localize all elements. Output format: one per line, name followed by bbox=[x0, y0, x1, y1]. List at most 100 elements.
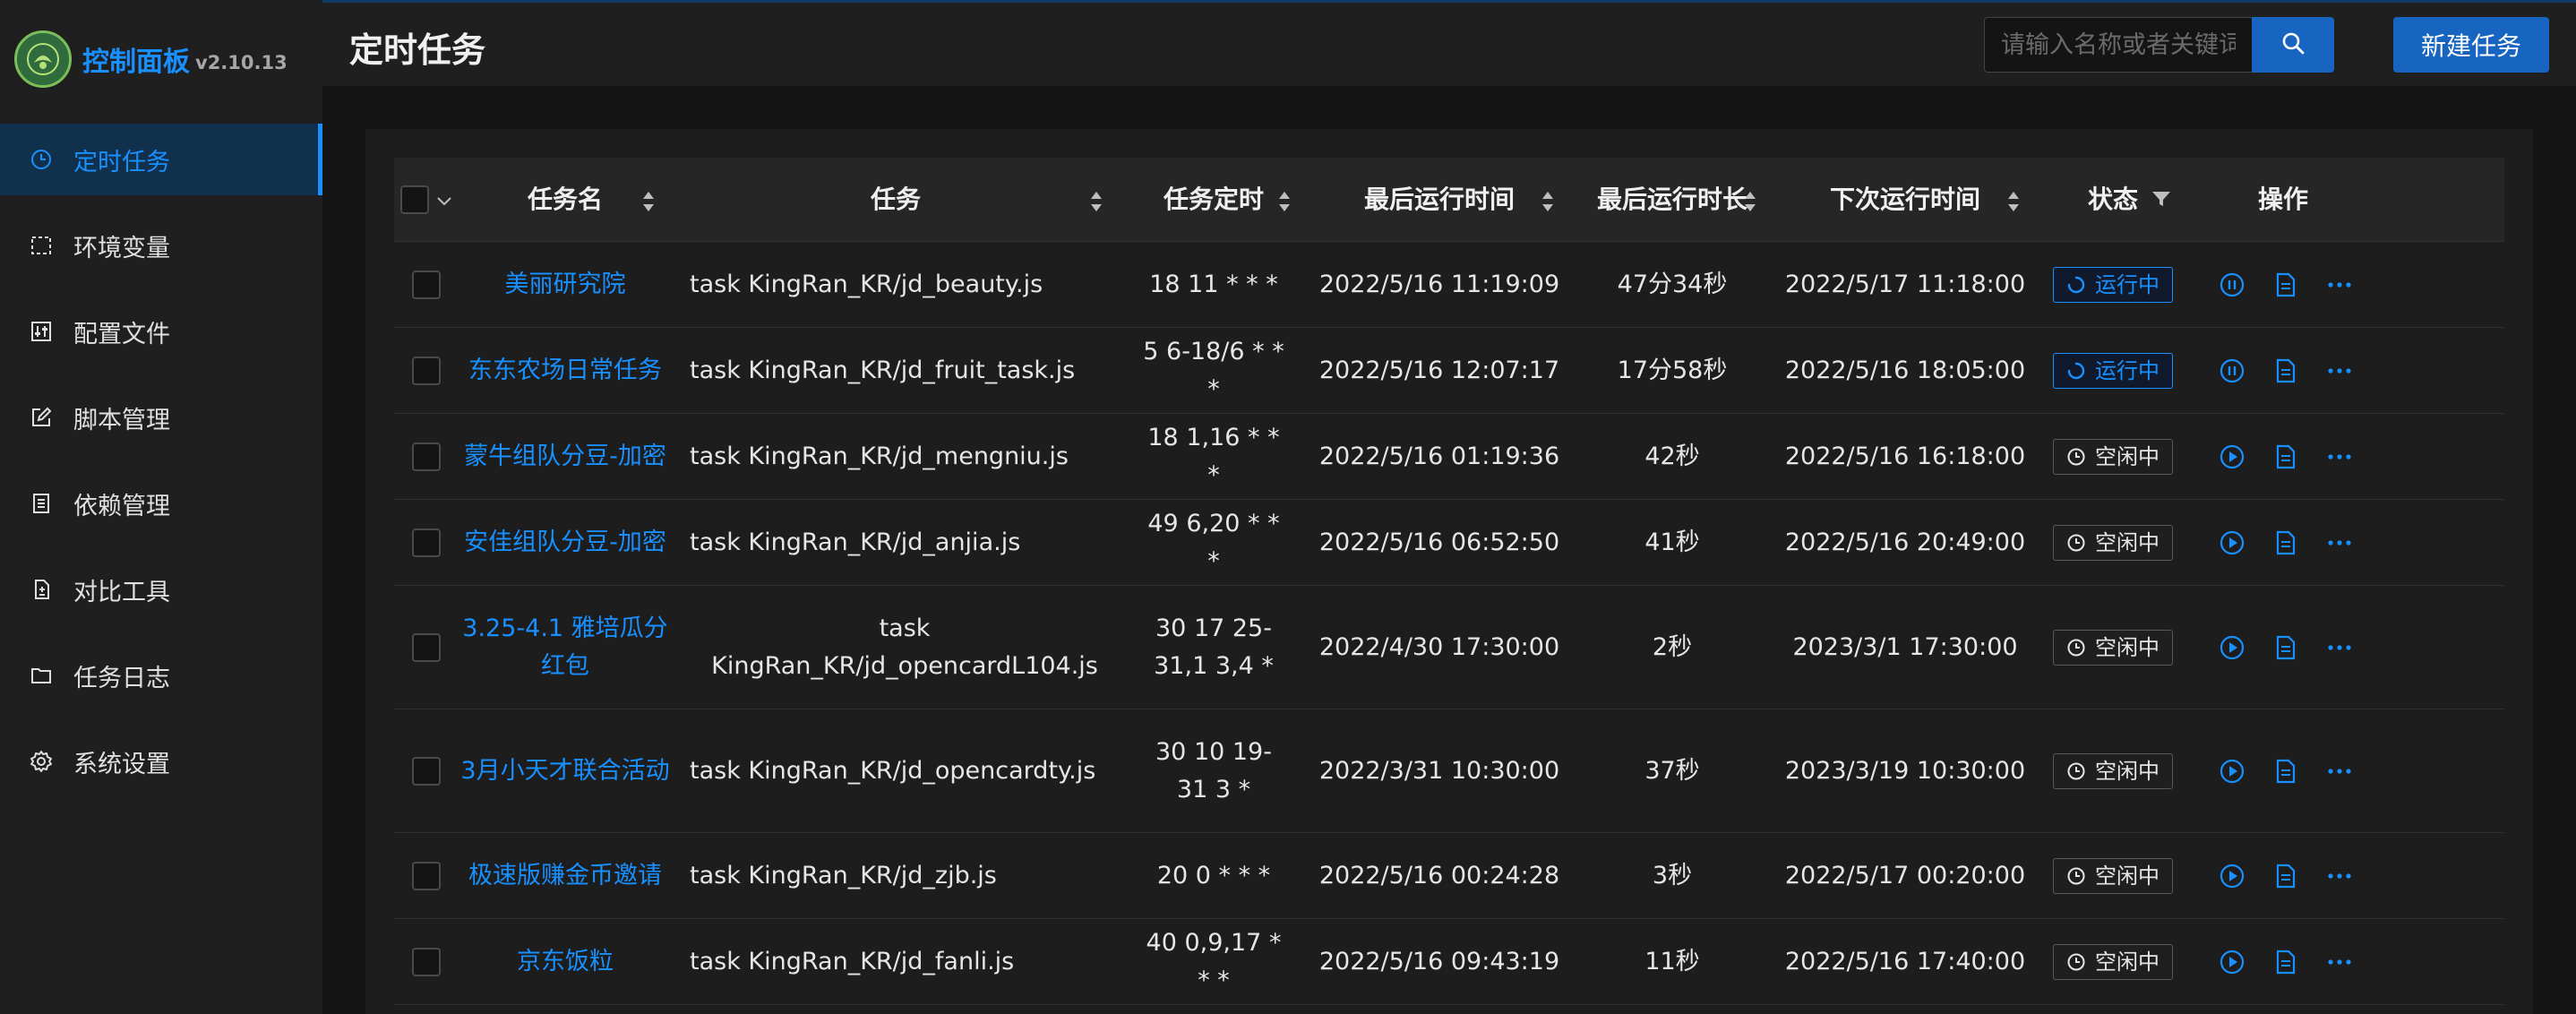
sidebar-item-6[interactable]: 任务日志 bbox=[0, 640, 322, 711]
log-icon[interactable] bbox=[2259, 267, 2313, 303]
play-icon[interactable] bbox=[2205, 439, 2259, 475]
sidebar-item-3[interactable]: 脚本管理 bbox=[0, 382, 322, 453]
play-icon[interactable] bbox=[2205, 630, 2259, 666]
edit-icon bbox=[29, 405, 54, 430]
stop-icon[interactable] bbox=[2205, 267, 2259, 303]
task-name-link[interactable]: 3月小天才联合活动 bbox=[460, 752, 669, 790]
task-schedule: 18 11 * * * bbox=[1120, 242, 1308, 327]
column-header-next-run[interactable]: 下次运行时间 bbox=[1773, 158, 2037, 241]
column-header-name[interactable]: 任务名 bbox=[459, 158, 672, 241]
sidebar: 控制面板 v2.10.13 定时任务 环境变量 配置文件 脚本管理 依赖管理 对比工具 任务… bbox=[0, 0, 322, 1014]
column-header-last-duration[interactable]: 最后运行时长 bbox=[1571, 158, 1773, 241]
more-icon[interactable] bbox=[2313, 630, 2366, 666]
logo-icon bbox=[14, 30, 72, 88]
row-checkbox[interactable] bbox=[412, 756, 441, 786]
search-button[interactable] bbox=[2252, 17, 2334, 73]
task-last-run: 2022/5/16 00:24:28 bbox=[1318, 861, 1560, 889]
task-last-duration: 42秒 bbox=[1644, 442, 1700, 470]
task-name-link[interactable]: 3.25-4.1 雅培瓜分红包 bbox=[459, 610, 672, 685]
status-badge: 运行中 bbox=[2053, 266, 2173, 303]
log-icon[interactable] bbox=[2259, 439, 2313, 475]
table-row: 3.25-4.1 雅培瓜分红包 task KingRan_KR/jd_openca… bbox=[394, 586, 2504, 709]
row-checkbox[interactable] bbox=[412, 947, 441, 976]
play-icon[interactable] bbox=[2205, 753, 2259, 789]
column-header-next-run-label: 下次运行时间 bbox=[1829, 184, 1980, 214]
task-next-run: 2022/5/16 20:49:00 bbox=[1784, 528, 2026, 556]
task-last-duration: 37秒 bbox=[1644, 756, 1700, 785]
task-name-link[interactable]: 安佳组队分豆-加密 bbox=[464, 524, 666, 562]
task-name-cell: 蒙牛组队分豆-加密 bbox=[459, 414, 672, 499]
sort-icon[interactable] bbox=[1743, 187, 1757, 212]
filter-icon[interactable] bbox=[2151, 181, 2171, 219]
play-icon[interactable] bbox=[2205, 525, 2259, 561]
more-icon[interactable] bbox=[2313, 439, 2366, 475]
row-checkbox[interactable] bbox=[412, 528, 441, 557]
sort-icon[interactable] bbox=[1277, 187, 1292, 212]
column-header-actions-label: 操作 bbox=[2257, 184, 2308, 214]
sort-icon[interactable] bbox=[1089, 187, 1103, 212]
new-task-button[interactable]: 新建任务 bbox=[2393, 17, 2549, 73]
sidebar-item-label: 环境变量 bbox=[73, 234, 170, 262]
sort-icon[interactable] bbox=[641, 187, 656, 212]
column-header-command[interactable]: 任务 bbox=[672, 158, 1120, 241]
column-header-status[interactable]: 状态 bbox=[2037, 158, 2189, 241]
play-icon[interactable] bbox=[2205, 944, 2259, 980]
column-header-last-run-label: 最后运行时间 bbox=[1363, 184, 1515, 214]
sidebar-item-5[interactable]: 对比工具 bbox=[0, 554, 322, 625]
row-checkbox[interactable] bbox=[412, 861, 441, 890]
task-name-link[interactable]: 东东农场日常任务 bbox=[468, 352, 662, 390]
row-checkbox[interactable] bbox=[412, 356, 441, 385]
task-name-cell: 极速版赚金币邀请 bbox=[459, 833, 672, 918]
play-icon[interactable] bbox=[2205, 858, 2259, 894]
log-icon[interactable] bbox=[2259, 353, 2313, 389]
sidebar-item-2[interactable]: 配置文件 bbox=[0, 296, 322, 367]
task-command: task KingRan_KR/jd_opencardL104.js bbox=[711, 614, 1098, 680]
log-icon[interactable] bbox=[2259, 944, 2313, 980]
row-checkbox[interactable] bbox=[412, 270, 441, 299]
select-all-checkbox[interactable] bbox=[400, 185, 429, 214]
table-body: 美丽研究院 task KingRan_KR/jd_beauty.js 18 11 *… bbox=[394, 242, 2504, 1005]
search-input[interactable] bbox=[1984, 17, 2253, 73]
task-schedule: 49 6,20 * * * bbox=[1120, 500, 1308, 585]
more-icon[interactable] bbox=[2313, 525, 2366, 561]
log-icon[interactable] bbox=[2259, 630, 2313, 666]
status-badge: 空闲中 bbox=[2053, 438, 2173, 475]
log-icon[interactable] bbox=[2259, 525, 2313, 561]
task-name-link[interactable]: 蒙牛组队分豆-加密 bbox=[464, 438, 666, 476]
task-name-link[interactable]: 极速版赚金币邀请 bbox=[468, 857, 662, 895]
row-checkbox[interactable] bbox=[412, 632, 441, 662]
sidebar-item-7[interactable]: 系统设置 bbox=[0, 726, 322, 797]
column-header-last-run[interactable]: 最后运行时间 bbox=[1308, 158, 1571, 241]
chevron-down-icon[interactable] bbox=[436, 181, 452, 219]
task-actions bbox=[2189, 833, 2377, 918]
sort-icon[interactable] bbox=[2006, 187, 2021, 212]
task-name-cell: 京东饭粒 bbox=[459, 919, 672, 1004]
more-icon[interactable] bbox=[2313, 353, 2366, 389]
app-version: v2.10.13 bbox=[195, 52, 288, 73]
task-name-link[interactable]: 美丽研究院 bbox=[505, 266, 626, 304]
status-label: 空闲中 bbox=[2095, 949, 2160, 975]
task-status-cell: 空闲中 bbox=[2037, 919, 2189, 1004]
more-icon[interactable] bbox=[2313, 267, 2366, 303]
task-name-link[interactable]: 京东饭粒 bbox=[517, 943, 614, 981]
sort-icon[interactable] bbox=[1541, 187, 1555, 212]
table-row: 京东饭粒 task KingRan_KR/jd_fanli.js 40 0,9,17… bbox=[394, 919, 2504, 1005]
column-header-schedule[interactable]: 任务定时 bbox=[1120, 158, 1308, 241]
log-icon[interactable] bbox=[2259, 753, 2313, 789]
task-schedule: 30 17 25-31,1 3,4 * bbox=[1120, 586, 1308, 709]
column-header-schedule-label: 任务定时 bbox=[1163, 184, 1264, 214]
more-icon[interactable] bbox=[2313, 858, 2366, 894]
column-header-actions: 操作 bbox=[2189, 158, 2377, 241]
sidebar-item-1[interactable]: 环境变量 bbox=[0, 210, 322, 281]
sidebar-item-0[interactable]: 定时任务 bbox=[0, 124, 322, 195]
row-checkbox[interactable] bbox=[412, 442, 441, 471]
task-actions bbox=[2189, 414, 2377, 499]
row-select-cell bbox=[394, 709, 459, 832]
sidebar-item-4[interactable]: 依赖管理 bbox=[0, 468, 322, 539]
log-icon[interactable] bbox=[2259, 858, 2313, 894]
more-icon[interactable] bbox=[2313, 753, 2366, 789]
status-label: 空闲中 bbox=[2095, 758, 2160, 784]
diff-icon bbox=[29, 577, 54, 602]
more-icon[interactable] bbox=[2313, 944, 2366, 980]
stop-icon[interactable] bbox=[2205, 353, 2259, 389]
